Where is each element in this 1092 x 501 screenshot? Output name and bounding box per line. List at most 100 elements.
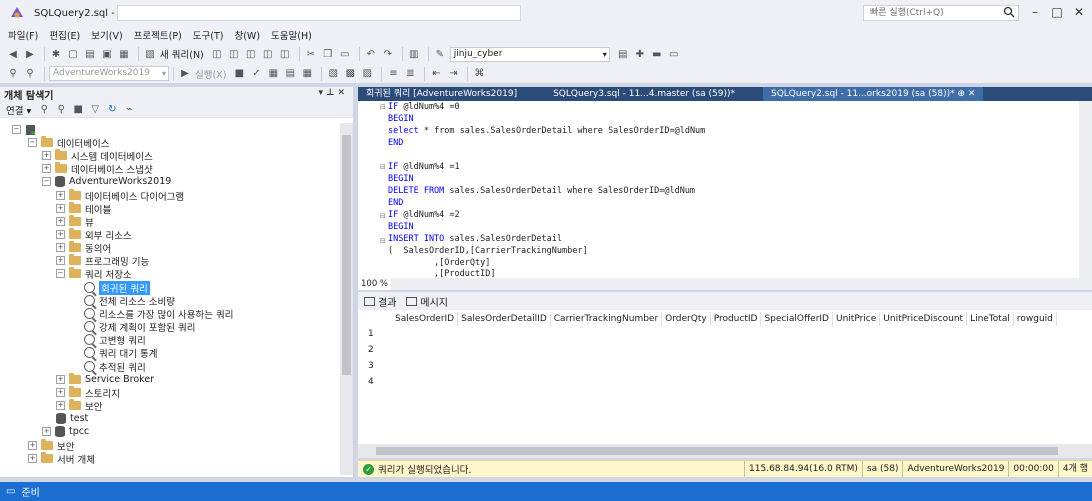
undo-icon[interactable]: ↶ xyxy=(364,47,378,61)
collapse-icon[interactable]: − xyxy=(12,125,21,135)
maximize-button[interactable]: □ xyxy=(1048,3,1066,21)
comment-icon[interactable]: ≡ xyxy=(386,67,400,81)
refresh-icon[interactable]: ↻ xyxy=(105,103,119,117)
execute-icon[interactable]: ▶ xyxy=(178,67,192,81)
tree-node-top-resource-queries[interactable]: 리소스를 가장 많이 사용하는 쿼리 xyxy=(84,307,233,321)
collapse-icon[interactable]: ⊟ xyxy=(380,212,386,220)
redo-icon[interactable]: ↷ xyxy=(381,47,395,61)
save-all-icon[interactable]: ▦ xyxy=(117,47,131,61)
tab-results[interactable]: 결과 xyxy=(364,294,396,309)
tree-node-external-resources[interactable]: + 외부 리소스 xyxy=(56,228,132,242)
tree-node-adventureworks2019[interactable]: − AdventureWorks2019 xyxy=(42,175,171,188)
tree-node-regressed-queries[interactable]: 회귀된 쿼리 xyxy=(84,280,150,295)
das-query-icon[interactable]: ◫ xyxy=(278,47,292,61)
pin-controls[interactable]: ▾ ⊥ ✕ xyxy=(318,88,345,98)
close-button[interactable]: ✕ xyxy=(1070,3,1088,21)
collapse-icon[interactable]: ⊟ xyxy=(380,237,386,245)
dmx-query-icon[interactable]: ◫ xyxy=(244,47,258,61)
solution-config-icon[interactable]: ▥ xyxy=(407,47,421,61)
expand-icon[interactable]: + xyxy=(42,427,51,437)
db-query-icon[interactable]: ◫ xyxy=(210,47,224,61)
column-header[interactable]: UnitPrice xyxy=(833,312,881,326)
connect-icon[interactable]: ⚲ xyxy=(6,67,20,81)
find-icon[interactable]: ✎ xyxy=(433,47,447,61)
client-stats-icon[interactable]: ▩ xyxy=(343,67,357,81)
minimize-button[interactable]: – xyxy=(1026,3,1044,21)
toolbox-icon[interactable]: ▬ xyxy=(650,47,664,61)
tree-node-high-variation-queries[interactable]: 고변형 쿼리 xyxy=(84,333,146,347)
tree-node-views[interactable]: + 뷰 xyxy=(56,215,94,229)
collapse-icon[interactable]: ⊟ xyxy=(380,103,386,111)
include-plan-icon[interactable]: ▧ xyxy=(326,67,340,81)
tree-node-query-wait-stats[interactable]: 쿼리 대기 통계 xyxy=(84,346,157,360)
column-header[interactable]: SpecialOfferID xyxy=(761,312,833,326)
properties-icon[interactable]: ▤ xyxy=(616,47,630,61)
expand-icon[interactable]: + xyxy=(56,243,65,253)
collapse-icon[interactable]: − xyxy=(42,177,51,187)
connect-plug-icon[interactable]: ⚲ xyxy=(37,103,51,117)
tree-node-synonyms[interactable]: + 동의어 xyxy=(56,241,111,255)
cut-icon[interactable]: ✂ xyxy=(304,47,318,61)
tree-node-query-store[interactable]: − 쿼리 저장소 xyxy=(56,267,132,281)
add-item-icon[interactable]: ▢ xyxy=(66,47,80,61)
expand-icon[interactable]: + xyxy=(56,388,65,398)
menu-view[interactable]: 보기(V) xyxy=(91,28,122,42)
expand-icon[interactable]: + xyxy=(56,230,65,240)
tab-sqlquery3[interactable]: SQLQuery3.sql - 11...4.master (sa (59))* xyxy=(545,87,743,101)
increase-indent-icon[interactable]: ⇥ xyxy=(446,67,460,81)
expand-icon[interactable]: + xyxy=(42,151,51,161)
tree-node-test[interactable]: test xyxy=(56,412,88,425)
expand-icon[interactable]: + xyxy=(56,191,65,201)
results-file-icon[interactable]: ▨ xyxy=(360,67,374,81)
column-header[interactable]: SalesOrderID xyxy=(392,312,459,326)
results-to-text-icon[interactable]: ▤ xyxy=(283,67,297,81)
column-header[interactable]: ProductID xyxy=(711,312,762,326)
expand-icon[interactable]: + xyxy=(28,441,37,451)
tree-node-tracked-queries[interactable]: 추적된 쿼리 xyxy=(84,360,146,374)
tree-node-databases[interactable]: − 데이터베이스 xyxy=(28,136,109,150)
menu-file[interactable]: 파일(F) xyxy=(8,28,38,42)
results-grid[interactable]: SalesOrderID SalesOrderDetailID CarrierT… xyxy=(358,310,1092,444)
mdx-query-icon[interactable]: ◫ xyxy=(227,47,241,61)
tree-node-database-snapshots[interactable]: + 데이터베이스 스냅샷 xyxy=(42,162,153,176)
decrease-indent-icon[interactable]: ⇤ xyxy=(429,67,443,81)
expand-icon[interactable]: + xyxy=(28,454,37,464)
tree-node-forced-plan-queries[interactable]: 강제 계획이 포함된 쿼리 xyxy=(84,320,195,334)
back-icon[interactable]: ◀ xyxy=(6,47,20,61)
filter-icon[interactable]: ▽ xyxy=(88,103,102,117)
expand-icon[interactable]: + xyxy=(56,217,65,227)
tree-node-programmability[interactable]: + 프로그래밍 기능 xyxy=(56,254,149,268)
stop-icon[interactable]: ■ xyxy=(71,103,85,117)
disconnect-icon[interactable]: ⚲ xyxy=(23,67,37,81)
tree-node-service-broker[interactable]: + Service Broker xyxy=(56,373,154,386)
results-to-grid-icon[interactable]: ▦ xyxy=(300,67,314,81)
execute-button[interactable]: 실행(X) xyxy=(195,67,226,81)
tree-node-storage[interactable]: + 스토리지 xyxy=(56,386,120,400)
collapse-icon[interactable]: − xyxy=(28,138,37,148)
stop-icon[interactable]: ■ xyxy=(232,67,246,81)
available-databases-combo[interactable]: AdventureWorks2019 ▾ xyxy=(49,66,169,81)
tree-node-overall-resource-consumption[interactable]: 전체 리소스 소비량 xyxy=(84,294,175,308)
search-icon[interactable] xyxy=(1003,6,1015,18)
database-combo[interactable]: jinju_cyber ▾ xyxy=(449,46,610,62)
object-explorer-scrollbar[interactable] xyxy=(340,123,353,475)
row-number[interactable]: 4 xyxy=(368,377,374,387)
tree-node-system-databases[interactable]: + 시스템 데이터베이스 xyxy=(42,149,153,163)
zoom-level[interactable]: 100 % xyxy=(358,278,392,290)
expand-icon[interactable]: + xyxy=(56,401,65,411)
quick-launch-input[interactable]: 빠른 실행(Ctrl+Q) xyxy=(863,5,1019,21)
expand-icon[interactable]: + xyxy=(56,204,65,214)
query-editor[interactable]: ⊟ ⊟ ⊟ ⊟ IF @ldNum%4 =0 BEGIN select * fr… xyxy=(358,101,1092,279)
tree-node-tables[interactable]: + 테이블 xyxy=(56,202,111,216)
row-number[interactable]: 1 xyxy=(368,329,374,339)
collapse-icon[interactable]: − xyxy=(56,269,65,279)
disconnect-plug-icon[interactable]: ⚲ xyxy=(54,103,68,117)
menu-project[interactable]: 프로젝트(P) xyxy=(134,28,182,42)
parse-icon[interactable]: ✓ xyxy=(249,67,263,81)
open-file-icon[interactable]: ▤ xyxy=(83,47,97,61)
editor-horizontal-scrollbar[interactable]: 100 % xyxy=(358,278,1092,290)
tree-node-security[interactable]: + 보안 xyxy=(28,439,74,453)
uncomment-icon[interactable]: ≣ xyxy=(403,67,417,81)
column-header[interactable]: UnitPriceDiscount xyxy=(880,312,968,326)
forward-icon[interactable]: ▶ xyxy=(23,47,37,61)
